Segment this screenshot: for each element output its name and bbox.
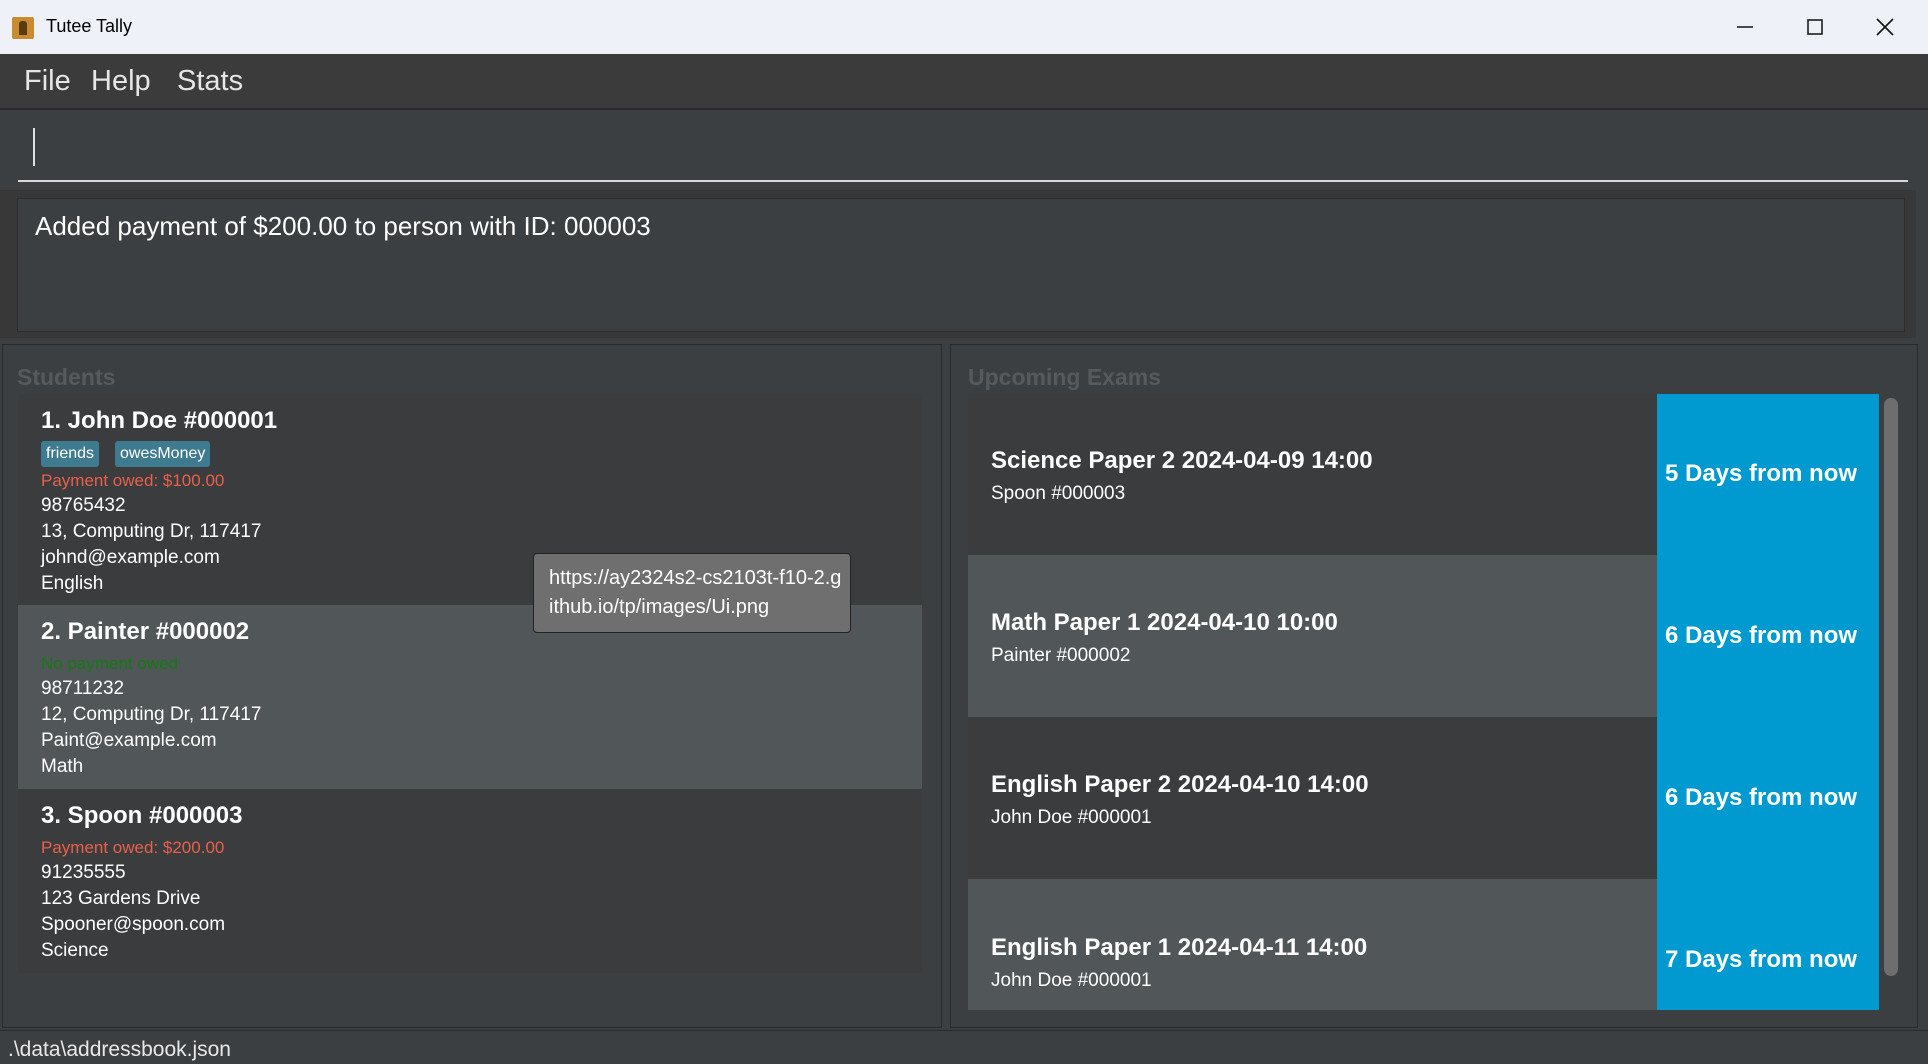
exams-panel-label: Upcoming Exams [968, 364, 1161, 390]
menu-bar: File Help Stats [0, 54, 1928, 108]
tooltip-text: https://ay2324s2-cs2103t-f10-2.github.io… [549, 567, 842, 618]
students-panel-label: Students [17, 364, 116, 390]
close-icon [1876, 18, 1894, 36]
app-icon [12, 17, 34, 39]
status-file-path: .\data\addressbook.json [8, 1038, 231, 1061]
exam-card[interactable]: English Paper 2 2024-04-10 14:00 John Do… [968, 717, 1658, 879]
exam-student: Painter #000002 [991, 645, 1131, 666]
exam-card[interactable]: Science Paper 2 2024-04-09 14:00 Spoon #… [968, 394, 1658, 555]
payment-status: Payment owed: $200.00 [41, 838, 225, 857]
minimize-icon [1737, 26, 1753, 28]
days-countdown: 7 Days from now [1665, 946, 1858, 973]
student-title: 3. Spoon #000003 [41, 802, 243, 829]
command-input[interactable] [18, 114, 1908, 182]
exam-card[interactable]: English Paper 1 2024-04-11 14:00 John Do… [968, 879, 1658, 1010]
title-bar: Tutee Tally [0, 0, 1928, 54]
menu-file[interactable]: File [24, 65, 71, 98]
exam-title: English Paper 2 2024-04-10 14:00 [991, 771, 1369, 798]
student-subject: English [41, 573, 104, 594]
exam-card[interactable]: Math Paper 1 2024-04-10 10:00 Painter #0… [968, 555, 1658, 717]
student-email: Paint@example.com [41, 730, 217, 751]
menu-stats[interactable]: Stats [177, 65, 243, 98]
exams-scrollbar[interactable] [1884, 398, 1898, 976]
text-caret [33, 128, 35, 166]
days-countdown: 5 Days from now [1665, 460, 1858, 487]
student-card[interactable]: 3. Spoon #000003 Payment owed: $200.00 9… [18, 789, 922, 973]
student-phone: 91235555 [41, 862, 126, 883]
days-countdown: 6 Days from now [1665, 784, 1858, 811]
window-title: Tutee Tally [46, 16, 133, 36]
maximize-icon [1807, 19, 1823, 35]
student-address: 123 Gardens Drive [41, 888, 201, 909]
student-email: johnd@example.com [41, 547, 220, 568]
exam-student: John Doe #000001 [991, 807, 1152, 828]
days-countdown: 6 Days from now [1665, 622, 1858, 649]
menu-help[interactable]: Help [91, 65, 151, 98]
result-message: Added payment of $200.00 to person with … [35, 211, 651, 241]
payment-status: Payment owed: $100.00 [41, 471, 225, 490]
student-address: 12, Computing Dr, 117417 [41, 704, 262, 725]
student-title: 2. Painter #000002 [41, 618, 250, 645]
student-subject: Science [41, 940, 109, 961]
student-subject: Math [41, 756, 84, 777]
student-address: 13, Computing Dr, 117417 [41, 521, 262, 542]
exam-student: Spoon #000003 [991, 483, 1126, 504]
minimize-button[interactable] [1710, 0, 1780, 54]
maximize-button[interactable] [1780, 0, 1850, 54]
student-title: 1. John Doe #000001 [41, 407, 278, 434]
student-phone: 98711232 [41, 678, 125, 699]
tag: friends [41, 441, 100, 467]
status-bar [0, 1030, 1928, 1064]
url-tooltip: https://ay2324s2-cs2103t-f10-2.github.io… [533, 553, 851, 633]
close-button[interactable] [1850, 0, 1920, 54]
exam-title: Math Paper 1 2024-04-10 10:00 [991, 609, 1338, 636]
exam-title: English Paper 1 2024-04-11 14:00 [991, 934, 1368, 961]
exam-student: John Doe #000001 [991, 970, 1152, 991]
tag: owesMoney [115, 441, 211, 467]
payment-status: No payment owed [41, 654, 179, 673]
student-email: Spooner@spoon.com [41, 914, 226, 935]
student-phone: 98765432 [41, 495, 126, 516]
exam-title: Science Paper 2 2024-04-09 14:00 [991, 447, 1373, 474]
